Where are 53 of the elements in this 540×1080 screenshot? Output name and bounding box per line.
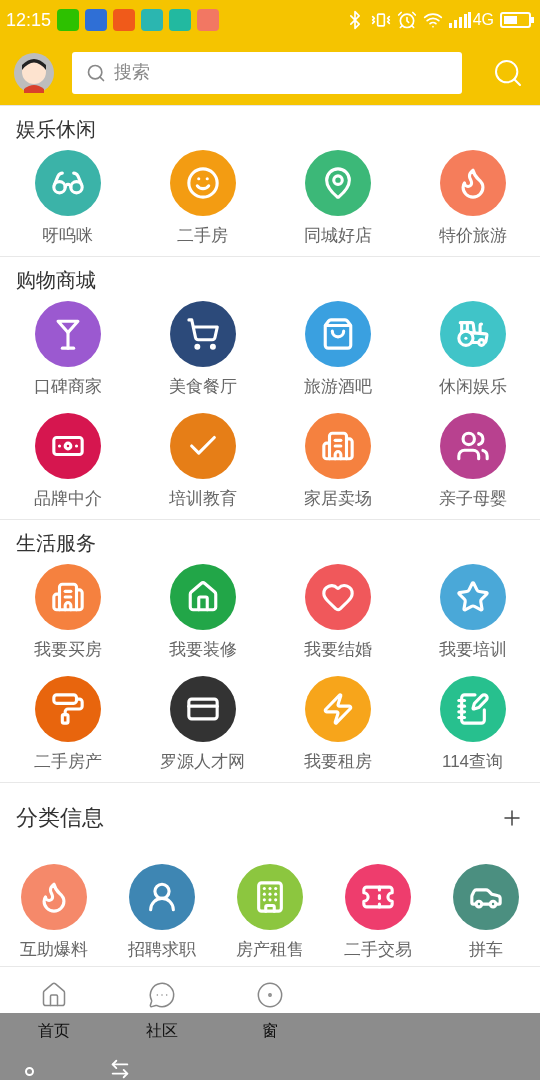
search-icon bbox=[86, 62, 106, 83]
chat-app-icon bbox=[57, 9, 80, 31]
category-label: 美食餐厅 bbox=[168, 377, 237, 397]
category-label: 二手房 bbox=[177, 226, 228, 246]
category-label: 二手房产 bbox=[33, 752, 102, 772]
battery-icon bbox=[500, 12, 534, 28]
category-label: 我要装修 bbox=[168, 640, 237, 660]
category-label: 拼车 bbox=[469, 940, 503, 960]
vibrate-icon bbox=[370, 10, 391, 30]
section-title: 购物商城 bbox=[15, 268, 97, 293]
app-icon bbox=[85, 9, 108, 31]
search-placeholder: 搜索 bbox=[114, 61, 150, 84]
category-label: 口碑商家 bbox=[33, 377, 102, 397]
section-title: 分类信息 bbox=[16, 804, 104, 832]
alarm-icon bbox=[396, 10, 417, 30]
avatar[interactable] bbox=[14, 52, 54, 93]
tab-label[interactable]: 首页 bbox=[38, 1019, 70, 1080]
category-label: 品牌中介 bbox=[33, 489, 102, 509]
category-label: 二手交易 bbox=[344, 940, 412, 960]
status-time: 12:15 bbox=[6, 8, 52, 32]
app-icon bbox=[113, 9, 136, 31]
section-title: 生活服务 bbox=[15, 531, 97, 556]
category-label: 罗源人才网 bbox=[160, 752, 245, 772]
tab-label[interactable]: 社区 bbox=[146, 1019, 178, 1080]
category-label: 培训教育 bbox=[168, 489, 237, 509]
home-icon[interactable] bbox=[40, 981, 68, 1009]
switch-icon[interactable] bbox=[109, 1058, 131, 1080]
network-type: 4G bbox=[472, 10, 494, 30]
category-label: 特价旅游 bbox=[438, 226, 507, 246]
wifi-icon bbox=[422, 10, 443, 30]
category-label: 旅游酒吧 bbox=[303, 377, 372, 397]
category-label: 呀呜咪 bbox=[42, 226, 93, 246]
category-label: 招聘求职 bbox=[128, 940, 196, 960]
category-label: 休闲娱乐 bbox=[438, 377, 507, 397]
category-label: 我要买房 bbox=[33, 640, 102, 660]
shield-app-icon bbox=[169, 9, 192, 31]
category-label: 家居卖场 bbox=[303, 489, 372, 509]
chat-icon[interactable] bbox=[148, 981, 176, 1009]
category-label: 我要结婚 bbox=[303, 640, 372, 660]
search-field[interactable]: 搜索 bbox=[72, 51, 462, 94]
category-label: 亲子母婴 bbox=[438, 489, 507, 509]
category-label: 我要租房 bbox=[303, 752, 372, 772]
category-label: 互助爆料 bbox=[20, 940, 88, 960]
target-icon[interactable] bbox=[256, 981, 284, 1009]
scan-app-icon bbox=[141, 9, 164, 31]
tab-label[interactable]: 窗 bbox=[262, 1019, 278, 1080]
category-label: 我要培训 bbox=[438, 640, 507, 660]
shop-app-icon bbox=[197, 9, 220, 31]
category-label: 114查询 bbox=[441, 752, 504, 772]
section-title: 娱乐休闲 bbox=[15, 117, 97, 142]
signal-icon bbox=[448, 12, 471, 28]
category-label: 同城好店 bbox=[303, 226, 372, 246]
category-label: 房产租售 bbox=[236, 940, 304, 960]
